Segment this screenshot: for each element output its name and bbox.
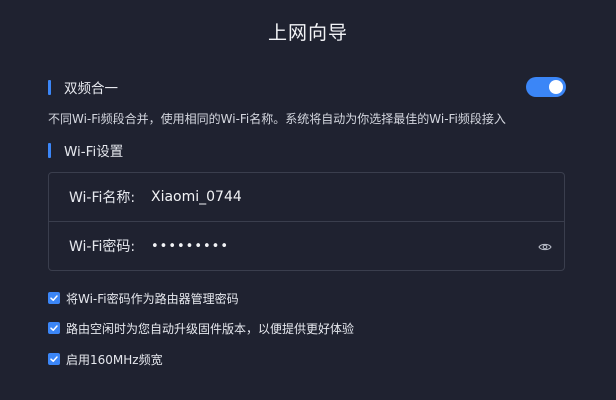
wifi-name-row: Wi-Fi名称: xyxy=(49,173,564,222)
wifi-settings-label: Wi-Fi设置 xyxy=(64,144,124,160)
checkbox-admin-password[interactable] xyxy=(48,292,60,304)
dual-band-toggle[interactable] xyxy=(526,77,566,97)
checkbox-160mhz[interactable] xyxy=(48,353,60,365)
section-accent-bar xyxy=(48,79,51,95)
wifi-password-input[interactable] xyxy=(151,238,511,254)
dual-band-heading: 双频合一 xyxy=(48,79,118,97)
section-accent-bar xyxy=(48,142,51,158)
option-label: 将Wi-Fi密码作为路由器管理密码 xyxy=(66,291,239,306)
check-icon xyxy=(50,356,58,362)
wifi-name-input[interactable] xyxy=(151,189,511,205)
checkbox-auto-upgrade[interactable] xyxy=(48,322,60,334)
dual-band-label: 双频合一 xyxy=(64,81,118,97)
wifi-password-label: Wi-Fi密码: xyxy=(69,239,136,255)
option-160mhz[interactable]: 启用160MHz频宽 xyxy=(48,352,163,367)
option-auto-upgrade[interactable]: 路由空闲时为您自动升级固件版本，以便提供更好体验 xyxy=(48,321,355,336)
option-label: 路由空闲时为您自动升级固件版本，以便提供更好体验 xyxy=(66,321,355,336)
wifi-name-label: Wi-Fi名称: xyxy=(69,190,136,206)
wifi-settings-heading: Wi-Fi设置 xyxy=(48,142,124,160)
option-admin-password[interactable]: 将Wi-Fi密码作为路由器管理密码 xyxy=(48,291,239,306)
check-icon xyxy=(50,325,58,331)
wifi-password-row: Wi-Fi密码: xyxy=(49,222,564,270)
option-label: 启用160MHz频宽 xyxy=(66,352,163,367)
dual-band-description: 不同Wi-Fi频段合并，使用相同的Wi-Fi名称。系统将自动为你选择最佳的Wi-… xyxy=(48,112,506,126)
page-title: 上网向导 xyxy=(267,22,348,44)
toggle-knob xyxy=(549,80,563,94)
check-icon xyxy=(50,295,58,301)
eye-icon[interactable] xyxy=(538,239,552,253)
wifi-settings-card: Wi-Fi名称: Wi-Fi密码: xyxy=(48,172,565,271)
